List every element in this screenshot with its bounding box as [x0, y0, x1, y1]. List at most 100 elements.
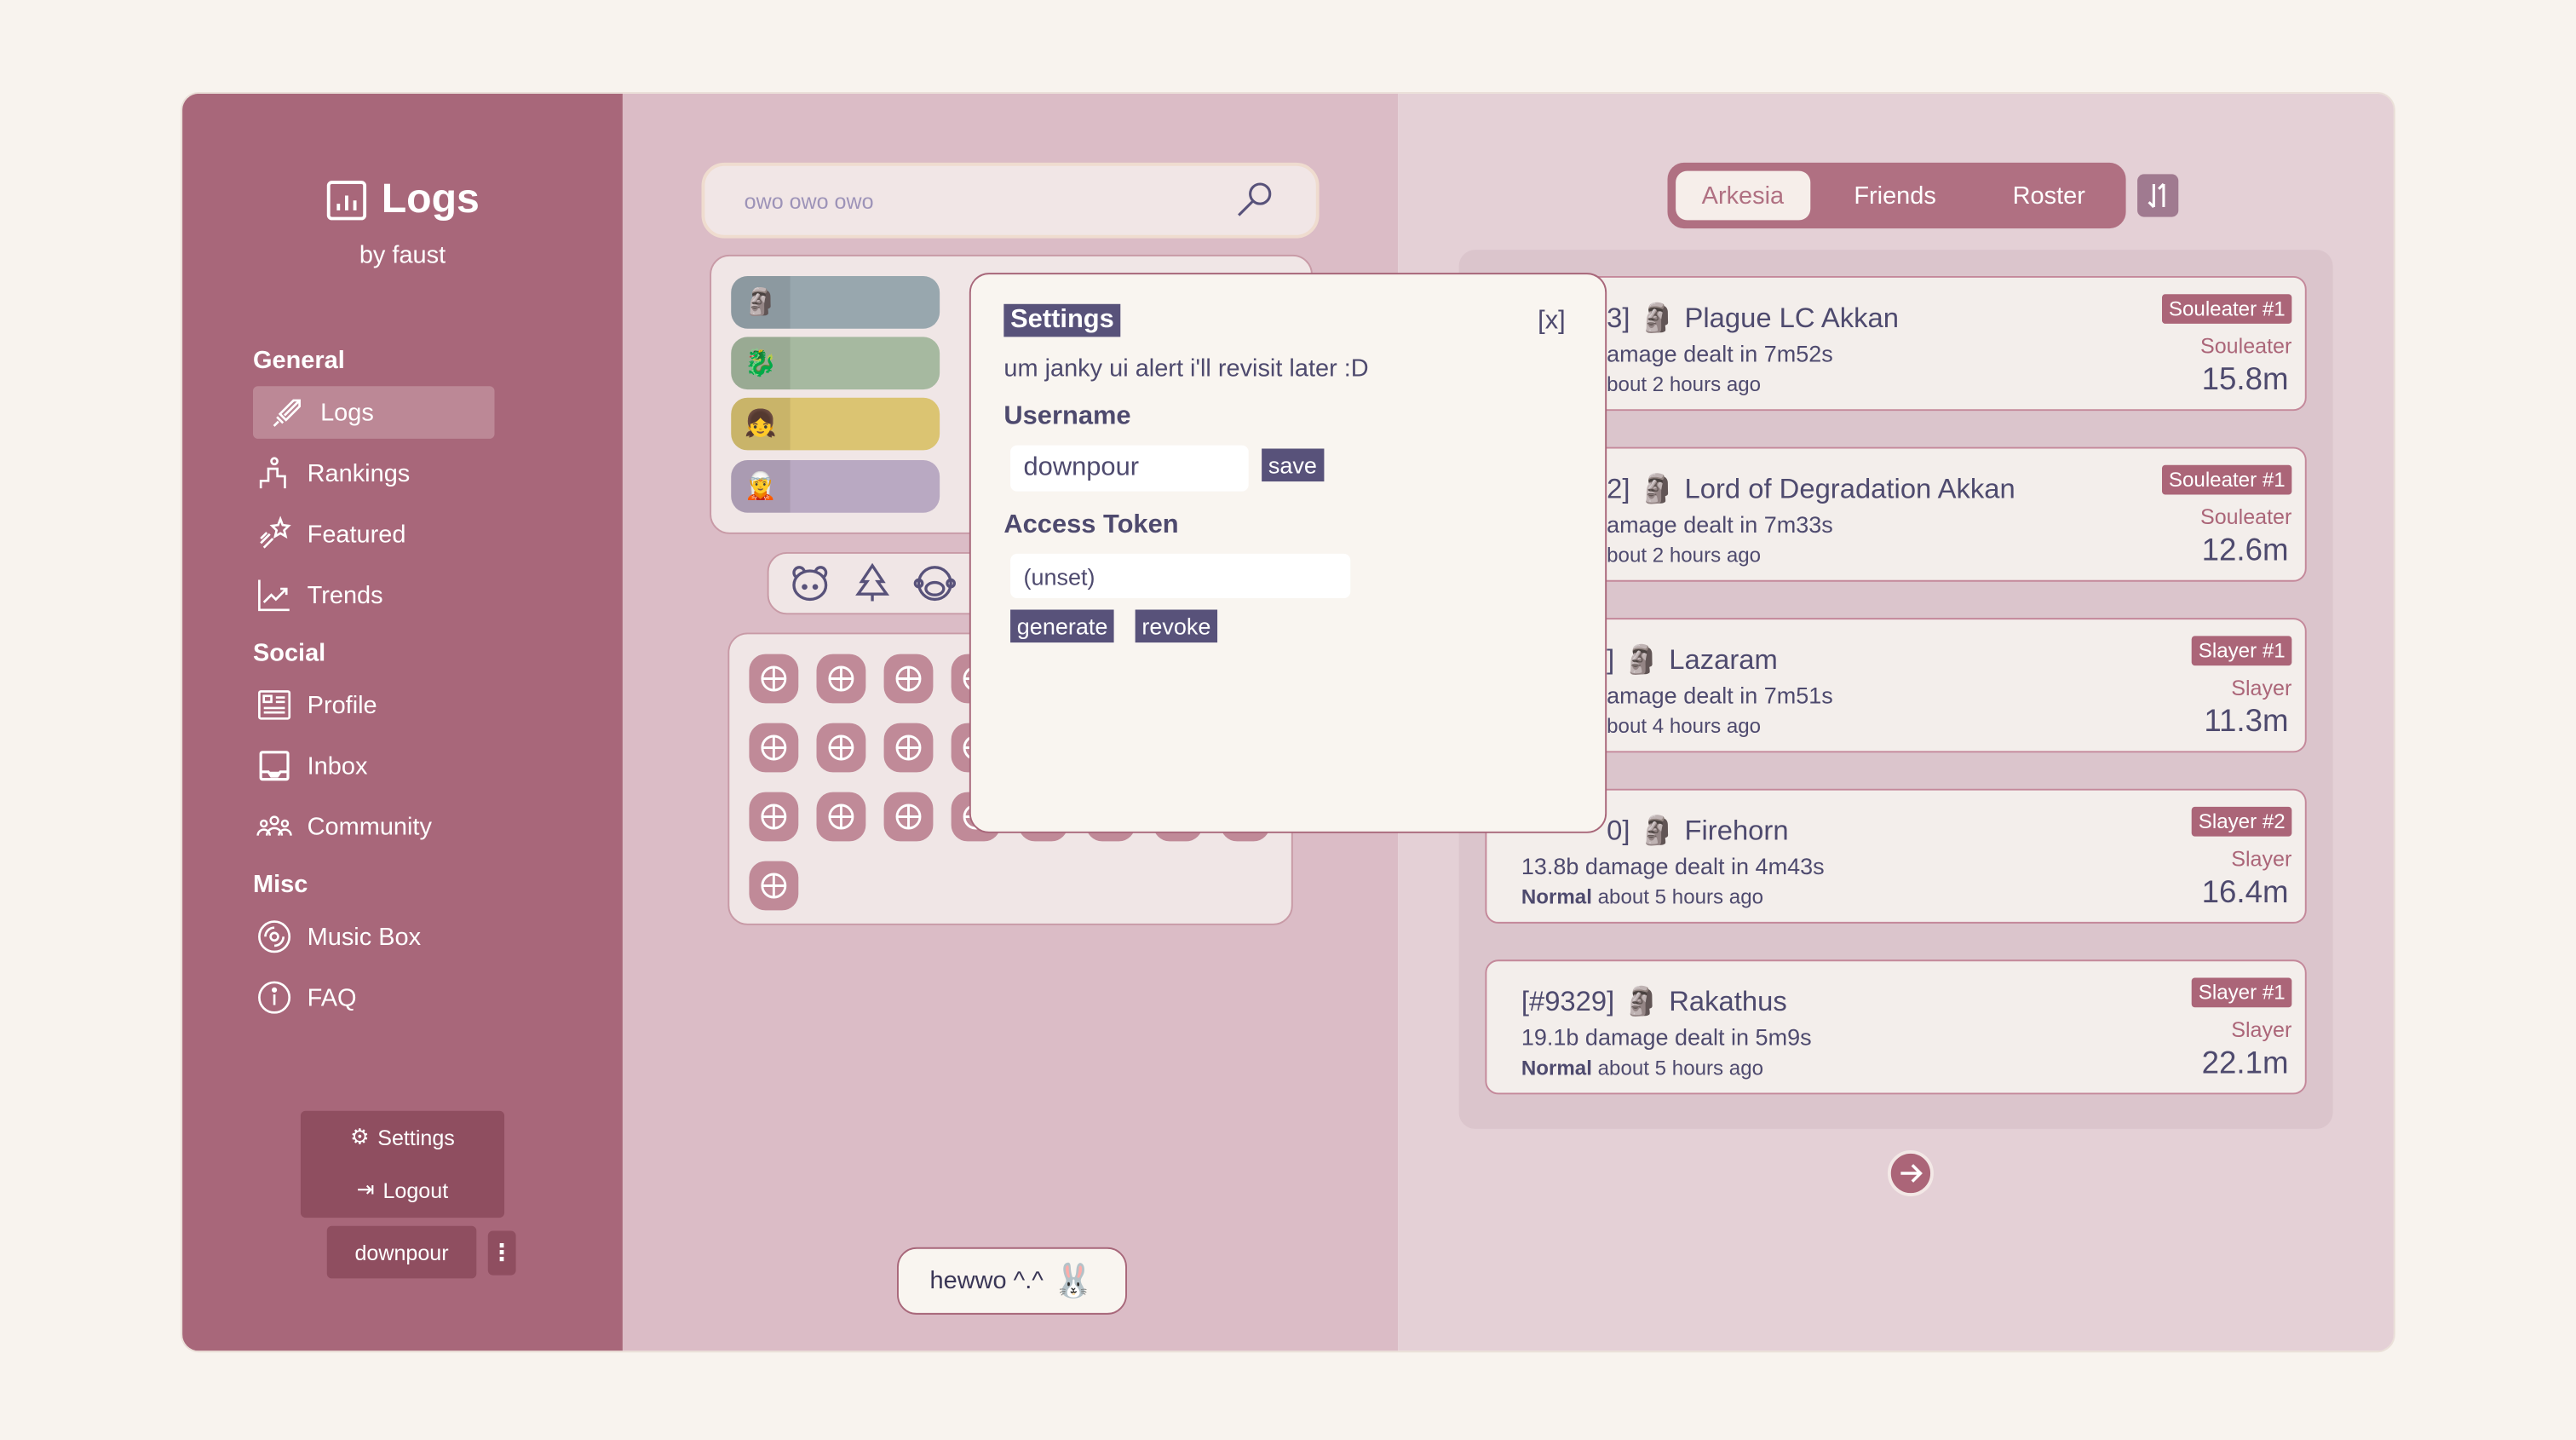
chart-icon — [327, 180, 367, 220]
boss-filter-button[interactable] — [883, 792, 934, 842]
tree-icon[interactable] — [851, 562, 894, 605]
class-portrait-icon: 👧 — [731, 397, 791, 451]
sort-icon[interactable] — [2137, 174, 2179, 217]
nav-label: FAQ — [307, 983, 357, 1012]
log-id: 2] — [1607, 473, 1630, 505]
boss-filter-button[interactable] — [883, 654, 934, 704]
access-token-label: Access Token — [1003, 510, 1179, 539]
sidebar-item-faq[interactable]: FAQ — [253, 971, 494, 1024]
arrow-right-icon — [1900, 1164, 1923, 1183]
sidebar-item-trends[interactable]: Trends — [253, 568, 494, 621]
nav-label: Music Box — [307, 922, 422, 951]
search-input[interactable]: owo owo owo — [701, 162, 1320, 239]
more-options-icon[interactable]: ⋮ — [487, 1230, 516, 1276]
tab-friends[interactable]: Friends — [1810, 171, 1981, 221]
class-filter-4[interactable]: 🧝 — [731, 459, 940, 513]
log-time: bout 2 hours ago — [1607, 372, 1762, 396]
settings-label: Settings — [377, 1125, 455, 1150]
dps-value: 16.4m — [2201, 875, 2289, 911]
boss-emblem-icon — [895, 804, 922, 830]
search-icon[interactable] — [1233, 179, 1276, 222]
class-filter-2[interactable]: 🐉 — [731, 337, 940, 390]
boss-name: Lord of Degradation Akkan — [1684, 473, 2015, 505]
boss-filter-button[interactable] — [749, 723, 799, 773]
boss-emblem-icon — [761, 734, 787, 761]
logout-menu-item[interactable]: ⇥ Logout — [301, 1163, 504, 1216]
boss-filter-button[interactable] — [816, 654, 866, 704]
log-card[interactable]: ] 🗿 Lazaram amage dealt in 7m51s bout 4 ho… — [1485, 618, 2307, 753]
next-page-button[interactable] — [1887, 1149, 1934, 1196]
log-card[interactable]: 2] 🗿 Lord of Degradation Akkan amage dealt… — [1485, 446, 2307, 582]
boss-name: Lazaram — [1669, 643, 1778, 676]
nav-label: Community — [307, 812, 432, 841]
boss-filter-button[interactable] — [749, 792, 799, 842]
log-id: 0] — [1607, 815, 1630, 847]
dps-value: 12.6m — [2201, 533, 2289, 569]
settings-menu-item[interactable]: ⚙ Settings — [301, 1111, 504, 1164]
log-card[interactable]: [#9329] 🗿 Rakathus 19.1b damage dealt in 5… — [1485, 959, 2307, 1095]
boss-filter-button[interactable] — [749, 654, 799, 704]
log-time: about 5 hours ago — [1597, 885, 1764, 909]
boss-emblem-icon — [895, 665, 922, 692]
bear-icon[interactable] — [789, 562, 831, 605]
search-placeholder: owo owo owo — [744, 187, 874, 213]
boss-emblem-icon — [761, 665, 787, 692]
boss-emblem-icon — [828, 804, 854, 830]
user-button[interactable]: downpour — [326, 1225, 477, 1279]
boss-emblem-icon — [895, 734, 922, 761]
boss-name: Plague LC Akkan — [1684, 302, 1900, 334]
class-portrait-icon: 🐉 — [731, 337, 791, 390]
boss-filter-button[interactable] — [816, 792, 866, 842]
monkey-icon[interactable] — [913, 562, 957, 605]
log-meta: Normal about 5 hours ago — [1521, 885, 1763, 908]
sidebar-item-featured[interactable]: Featured — [253, 508, 494, 561]
class-filter-1[interactable]: 🗿 — [731, 275, 940, 329]
info-icon — [258, 981, 291, 1014]
gear-icon: ⚙ — [350, 1124, 370, 1149]
log-title: 2] 🗿 Lord of Degradation Akkan — [1607, 473, 2015, 506]
log-meta: bout 4 hours ago — [1607, 715, 1761, 738]
rank-badge: Slayer #2 — [2192, 806, 2292, 837]
hewwo-button[interactable]: hewwo ^.^ 🐰 — [896, 1247, 1127, 1315]
nav-label: Featured — [307, 520, 406, 549]
boss-filter-button[interactable] — [816, 723, 866, 773]
boss-emblem-icon — [761, 804, 787, 830]
sidebar-item-inbox[interactable]: Inbox — [253, 740, 494, 792]
app-window: Logs by faust General Logs Rankings Feat… — [182, 93, 2394, 1351]
class-name: Souleater — [2200, 504, 2292, 529]
log-meta: Normal about 5 hours ago — [1521, 1057, 1763, 1080]
sidebar-item-rankings[interactable]: Rankings — [253, 447, 494, 500]
nav-label: Inbox — [307, 752, 368, 780]
sidebar-item-community[interactable]: Community — [253, 800, 494, 853]
sidebar-item-music-box[interactable]: Music Box — [253, 910, 494, 963]
tab-roster[interactable]: Roster — [1981, 171, 2118, 221]
log-card[interactable]: 3] 🗿 Plague LC Akkan amage dealt in 7m52s … — [1485, 275, 2307, 412]
shooting-star-icon — [260, 516, 291, 549]
boss-portrait-icon: 🗿 — [1624, 643, 1659, 676]
section-social: Social — [252, 639, 326, 667]
boss-filter-button[interactable] — [883, 723, 934, 773]
modal-message: um janky ui alert i'll revisit later :D — [1003, 354, 1369, 383]
close-button[interactable]: [x] — [1538, 308, 1566, 337]
save-button[interactable]: save — [1262, 448, 1324, 482]
damage-text: amage dealt in 7m51s — [1607, 682, 1833, 709]
nav-label: Profile — [307, 690, 377, 719]
log-card[interactable]: 0] 🗿 Firehorn 13.8b damage dealt in 4m43s … — [1485, 788, 2307, 924]
sidebar-item-profile[interactable]: Profile — [253, 678, 494, 731]
boss-portrait-icon: 🗿 — [1640, 815, 1675, 847]
revoke-button[interactable]: revoke — [1135, 609, 1218, 643]
sidebar-item-logs[interactable]: Logs — [252, 386, 495, 439]
class-filter-3[interactable]: 👧 — [731, 397, 940, 451]
tab-arkesia[interactable]: Arkesia — [1676, 170, 1810, 221]
username-field[interactable]: downpour — [1010, 445, 1249, 492]
id-card-icon — [258, 690, 291, 720]
generate-button[interactable]: generate — [1010, 609, 1115, 643]
settings-modal: Settings [x] um janky ui alert i'll revi… — [969, 273, 1607, 833]
boss-portrait-icon: 🗿 — [1640, 302, 1675, 334]
boss-filter-button[interactable] — [749, 861, 799, 911]
nav-label: Rankings — [307, 459, 411, 487]
dps-value: 22.1m — [2201, 1046, 2289, 1081]
user-menu: ⚙ Settings ⇥ Logout — [300, 1110, 505, 1218]
access-token-field[interactable]: (unset) — [1010, 553, 1351, 598]
log-meta: bout 2 hours ago — [1607, 373, 1761, 396]
